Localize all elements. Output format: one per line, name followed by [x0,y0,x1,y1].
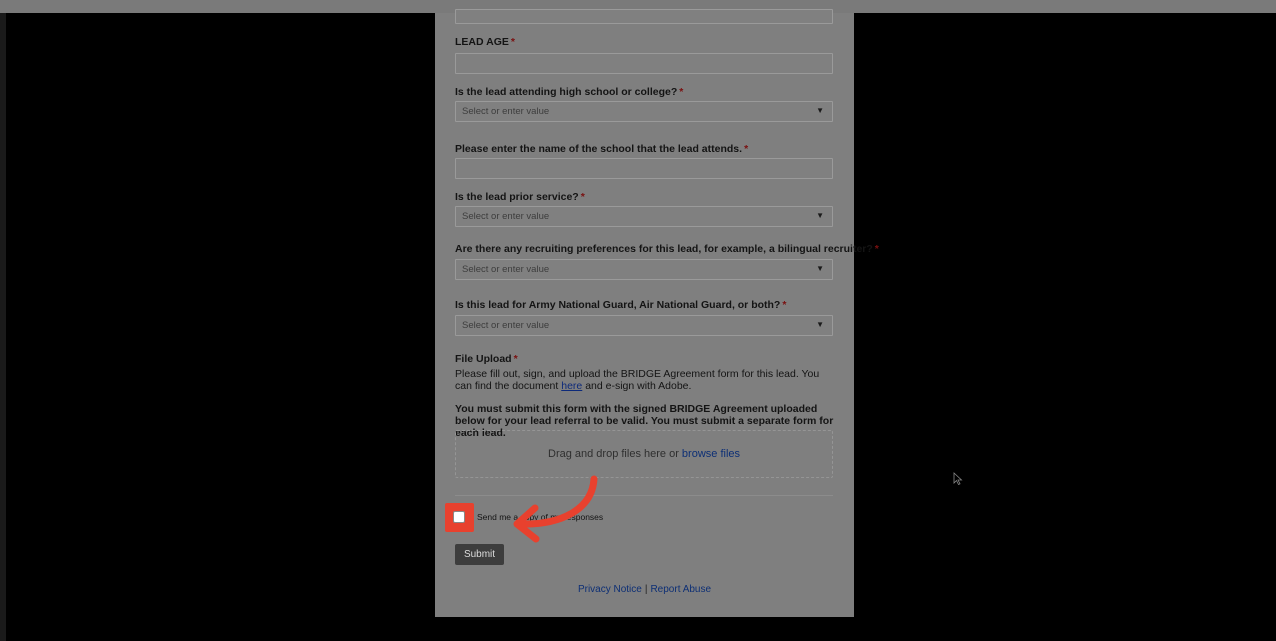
previous-field-input[interactable] [455,9,833,24]
school-name-input[interactable] [455,158,833,179]
chevron-down-icon: ▼ [816,211,824,220]
file-dropzone[interactable]: Drag and drop files here or browse files [455,430,833,478]
guard-question-label: Is this lead for Army National Guard, Ai… [455,299,787,311]
footer-links: Privacy Notice | Report Abuse [435,584,854,595]
chevron-down-icon: ▼ [816,320,824,329]
prior-service-label: Is the lead prior service? * [455,191,585,203]
school-select[interactable]: Select or enter value ▼ [455,101,833,122]
guard-placeholder: Select or enter value [462,320,550,331]
mouse-cursor-icon [953,472,963,486]
recruiting-pref-select[interactable]: Select or enter value ▼ [455,259,833,280]
privacy-notice-link[interactable]: Privacy Notice [578,584,642,595]
prior-service-select[interactable]: Select or enter value ▼ [455,206,833,227]
guard-select[interactable]: Select or enter value ▼ [455,315,833,336]
submit-button[interactable]: Submit [455,544,504,565]
prior-service-placeholder: Select or enter value [462,211,550,222]
lead-age-label: LEAD AGE * [455,36,515,48]
left-edge [0,13,6,641]
recruiting-pref-placeholder: Select or enter value [462,264,550,275]
chevron-down-icon: ▼ [816,106,824,115]
checkbox-highlight [445,503,474,532]
school-question-label: Is the lead attending high school or col… [455,86,684,98]
document-link[interactable]: here [561,380,582,392]
form-panel: LEAD AGE * Is the lead attending high sch… [435,9,879,617]
chevron-down-icon: ▼ [816,264,824,273]
copy-responses-label: Send me a copy of my responses [477,512,604,522]
file-upload-label: File Upload * [455,353,518,365]
recruiting-pref-label: Are there any recruiting preferences for… [455,243,879,255]
footer-separator: | [644,584,648,595]
lead-age-input[interactable] [455,53,833,74]
school-name-label: Please enter the name of the school that… [455,143,749,155]
school-select-placeholder: Select or enter value [462,106,550,117]
file-upload-description: Please fill out, sign, and upload the BR… [455,368,820,392]
report-abuse-link[interactable]: Report Abuse [650,584,711,595]
divider [455,495,833,496]
copy-responses-checkbox[interactable] [453,511,465,523]
dropzone-text: Drag and drop files here or [548,448,679,460]
browse-files-link[interactable]: browse files [682,448,740,460]
